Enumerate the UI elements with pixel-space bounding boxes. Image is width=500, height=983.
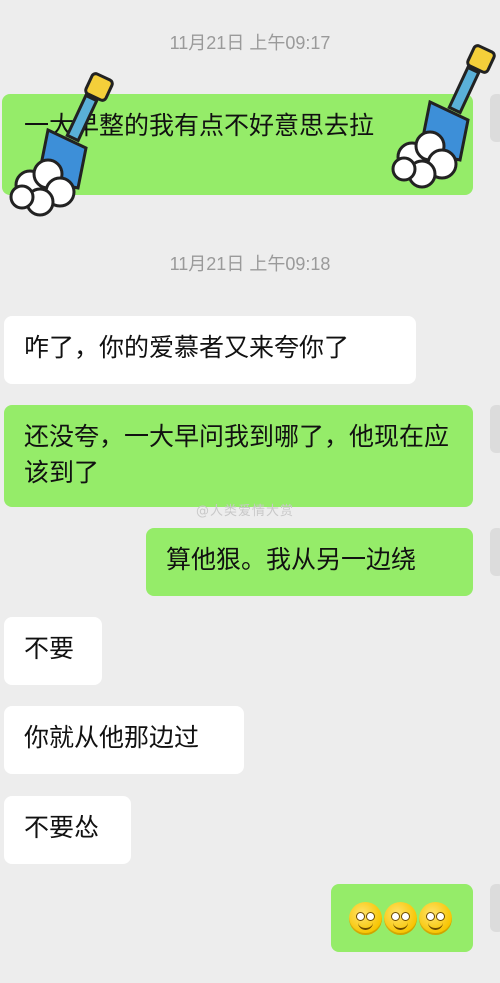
message-incoming[interactable]: 不要怂 [4,796,131,864]
smile-emoji-icon [419,901,452,935]
message-outgoing[interactable]: 还没夸，一大早问我到哪了，他现在应该到了 [4,405,473,507]
message-text: 你就从他那边过 [24,723,200,752]
message-outgoing[interactable]: 算他狠。我从另一边绕 [146,528,473,596]
message-text: 不要怂 [24,813,100,842]
message-outgoing[interactable] [331,884,473,952]
smile-emoji-icon [384,901,417,935]
avatar-edge [490,884,500,932]
emoji-row [349,900,455,936]
shovel-sticker-right [391,44,496,189]
smile-emoji-icon [349,901,382,935]
message-incoming[interactable]: 不要 [4,617,102,685]
watermark: @人类爱情大赏 [196,504,295,519]
message-text: 算他狠。我从另一边绕 [166,545,417,574]
shovel-sticker-left [9,72,114,217]
message-incoming[interactable]: 咋了，你的爱慕者又来夸你了 [4,316,416,384]
message-incoming[interactable]: 你就从他那边过 [4,706,244,774]
timestamp: 11月21日 上午09:18 [169,254,331,274]
message-text: 不要 [24,634,75,663]
avatar-edge [490,405,500,453]
message-text: 还没夸，一大早问我到哪了，他现在应该到了 [24,422,450,487]
message-text: 咋了，你的爱慕者又来夸你了 [24,333,350,362]
avatar-edge [490,528,500,576]
